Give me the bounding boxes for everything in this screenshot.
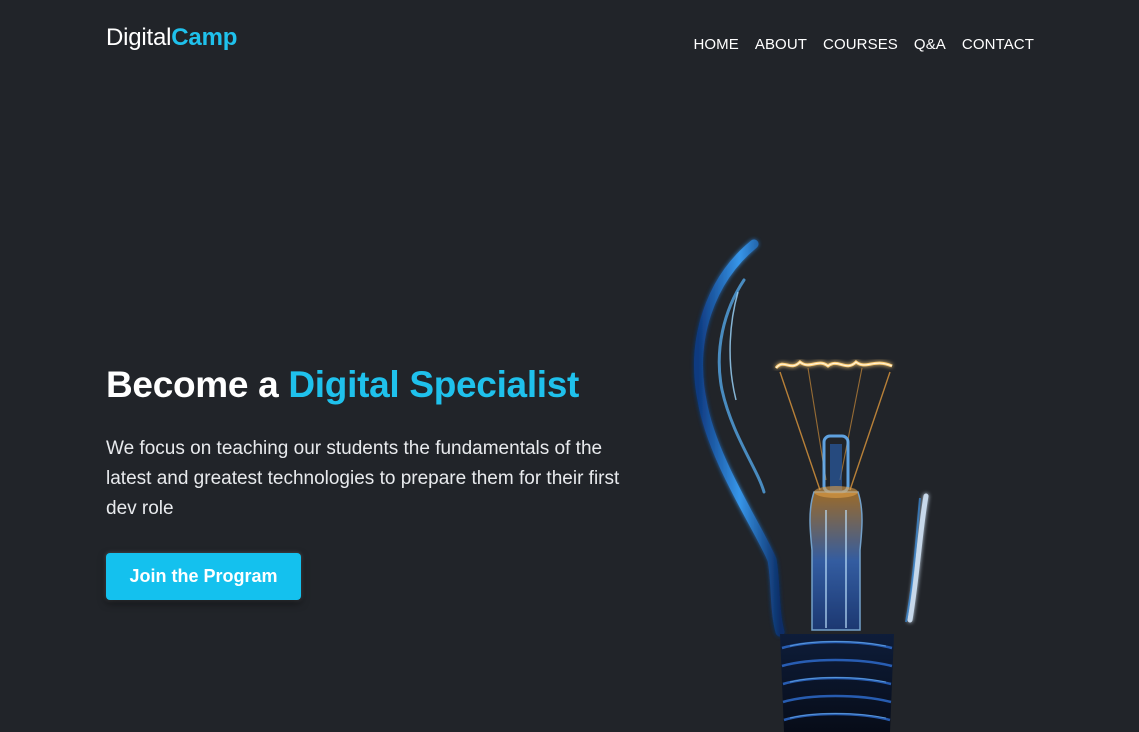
nav-item-about: ABOUT bbox=[755, 36, 807, 54]
brand-accent: Camp bbox=[171, 24, 238, 51]
nav-link-contact[interactable]: CONTACT bbox=[962, 36, 1034, 53]
hero-section: Become a Digital Specialist We focus on … bbox=[106, 360, 646, 524]
nav-link-home[interactable]: HOME bbox=[693, 36, 738, 53]
hero-description: We focus on teaching our students the fu… bbox=[106, 438, 620, 519]
nav-item-courses: COURSES bbox=[823, 36, 898, 54]
nav-item-qa: Q&A bbox=[914, 36, 946, 54]
hero-title-prefix: Become a bbox=[106, 364, 289, 405]
nav-item-contact: CONTACT bbox=[962, 36, 1034, 54]
nav-item-home: HOME bbox=[693, 36, 738, 54]
light-bulb-illustration bbox=[694, 239, 929, 732]
brand-logo[interactable]: DigitalCamp bbox=[106, 24, 237, 52]
nav-link-qa[interactable]: Q&A bbox=[914, 36, 946, 53]
nav-links: HOME ABOUT COURSES Q&A CONTACT bbox=[693, 36, 1034, 54]
brand-name: Digital bbox=[106, 24, 172, 51]
hero-title: Become a Digital Specialist bbox=[106, 360, 646, 410]
navbar: DigitalCamp HOME ABOUT COURSES Q&A CONTA… bbox=[0, 0, 1139, 80]
nav-link-courses[interactable]: COURSES bbox=[823, 36, 898, 53]
nav-link-about[interactable]: ABOUT bbox=[755, 36, 807, 53]
hero-title-accent: Digital Specialist bbox=[288, 364, 580, 405]
join-program-button[interactable]: Join the Program bbox=[106, 553, 301, 600]
